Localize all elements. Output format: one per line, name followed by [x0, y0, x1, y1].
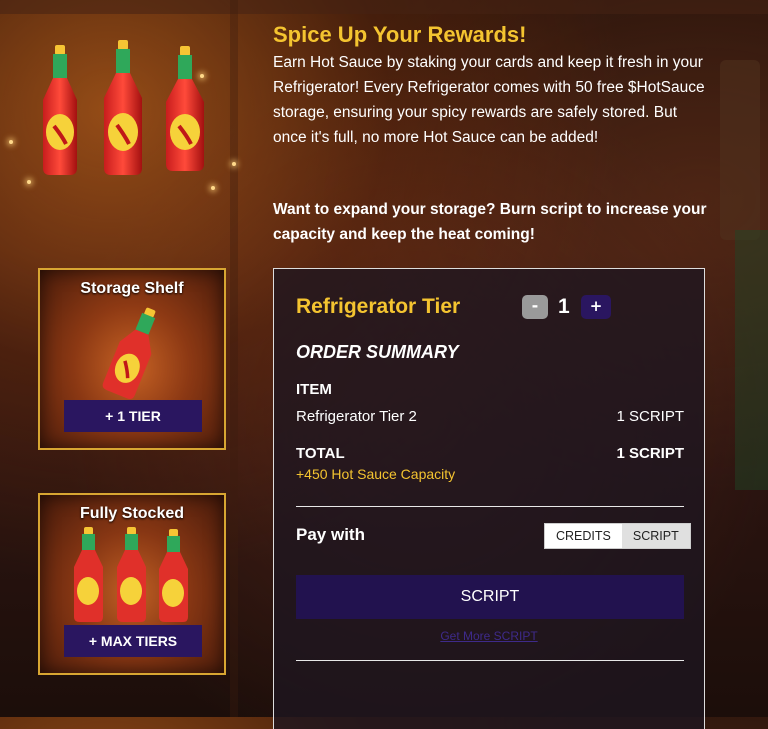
pay-script-option[interactable]: SCRIPT [621, 524, 690, 548]
description-text: Earn Hot Sauce by staking your cards and… [273, 54, 705, 146]
item-header: ITEM [296, 381, 332, 398]
storage-shelf-card[interactable]: Storage Shelf + 1 TIER [38, 268, 226, 450]
capacity-note: +450 Hot Sauce Capacity [296, 466, 456, 482]
card-title: Fully Stocked [79, 505, 185, 522]
fully-stocked-card[interactable]: Fully Stocked + MAX TIERS [38, 493, 226, 675]
add-max-tiers-button[interactable]: + MAX TIERS [64, 625, 202, 657]
page-title: Spice Up Your Rewards! [273, 22, 527, 47]
get-more-script-link[interactable]: Get More SCRIPT [274, 629, 704, 643]
divider [296, 660, 684, 661]
item-price: 1 SCRIPT [616, 408, 684, 425]
card-title: Storage Shelf [80, 280, 184, 297]
divider [296, 506, 684, 507]
order-summary-heading: ORDER SUMMARY [296, 342, 459, 362]
increment-button[interactable]: + [581, 295, 611, 319]
pay-script-button[interactable]: SCRIPT [296, 575, 684, 619]
total-label: TOTAL [296, 445, 345, 462]
hot-sauce-bottle-icon [100, 304, 170, 404]
pay-with-label: Pay with [296, 525, 365, 544]
item-name: Refrigerator Tier 2 [296, 408, 417, 425]
tier-quantity-value: 1 [558, 295, 570, 318]
hot-sauce-bottles-illustration [38, 40, 228, 180]
decrement-button[interactable]: - [522, 295, 548, 319]
payment-method-toggle: CREDITS SCRIPT [544, 523, 691, 549]
refrigerator-tier-title: Refrigerator Tier [296, 295, 461, 318]
cta-text: Want to expand your storage? Burn script… [273, 201, 707, 243]
order-panel: Refrigerator Tier - 1 + ORDER SUMMARY IT… [273, 268, 705, 729]
pay-credits-option[interactable]: CREDITS [545, 524, 622, 548]
add-one-tier-button[interactable]: + 1 TIER [64, 400, 202, 432]
hot-sauce-bottles-icon [70, 525, 194, 629]
total-value: 1 SCRIPT [616, 445, 684, 462]
